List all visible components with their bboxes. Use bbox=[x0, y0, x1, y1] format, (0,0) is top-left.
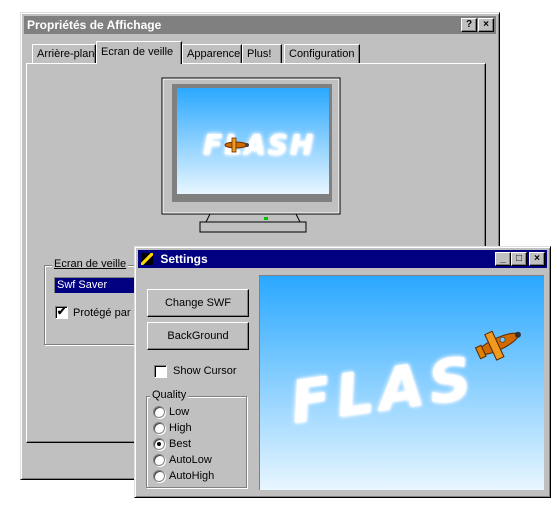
minimize-button[interactable]: _ bbox=[495, 252, 511, 266]
tab-apparence[interactable]: Apparence bbox=[182, 44, 242, 63]
monitor-preview: FLASH bbox=[160, 76, 346, 236]
tab-label: Ecran de veille bbox=[101, 46, 174, 58]
settings-window: Settings _ □ × Change SWF BackGround Sho… bbox=[134, 246, 551, 498]
quality-option-label: AutoLow bbox=[169, 454, 212, 466]
airplane-icon bbox=[224, 137, 249, 153]
quality-option-label: High bbox=[169, 422, 192, 434]
maximize-button[interactable]: □ bbox=[511, 252, 527, 266]
quality-radio-best[interactable] bbox=[153, 438, 165, 450]
settings-title: Settings bbox=[160, 252, 208, 266]
tab-plus[interactable]: Plus! bbox=[242, 44, 282, 63]
display-properties-title: Propriétés de Affichage bbox=[27, 18, 162, 32]
tab-label: Apparence bbox=[187, 48, 241, 60]
preview-flash-text: FLASH bbox=[203, 128, 316, 161]
quality-radio-low[interactable] bbox=[153, 406, 165, 418]
change-swf-label: Change SWF bbox=[164, 297, 232, 309]
monitor-screen: FLASH bbox=[177, 88, 329, 194]
background-button[interactable]: BackGround bbox=[147, 322, 249, 350]
screensaver-group-label: Ecran de veille bbox=[52, 258, 129, 270]
show-cursor-label: Show Cursor bbox=[173, 365, 237, 377]
quality-option-label: Low bbox=[169, 406, 190, 418]
quality-option-label: AutoHigh bbox=[169, 470, 215, 482]
tab-label: Configuration bbox=[289, 48, 355, 60]
display-properties-titlebar[interactable]: Propriétés de Affichage ? × bbox=[24, 16, 496, 34]
quality-radio-autohigh[interactable] bbox=[153, 470, 165, 482]
password-checkbox[interactable]: ✔ bbox=[55, 306, 68, 319]
quality-option-label: Best bbox=[169, 438, 192, 450]
show-cursor-checkbox[interactable] bbox=[154, 365, 167, 378]
tab-configuration[interactable]: Configuration bbox=[284, 44, 360, 63]
settings-titlebar[interactable]: Settings _ □ × bbox=[138, 250, 547, 268]
quality-radio-autolow[interactable] bbox=[153, 454, 165, 466]
help-button[interactable]: ? bbox=[461, 18, 477, 32]
tab-label: Arrière-plan bbox=[37, 48, 95, 60]
quality-label: Quality bbox=[150, 389, 189, 401]
tab-label: Plus! bbox=[247, 48, 272, 60]
flash-preview: FLAS bbox=[259, 275, 544, 490]
close-button[interactable]: × bbox=[478, 18, 494, 32]
screensaver-select-value: Swf Saver bbox=[57, 279, 108, 291]
quality-radio-high[interactable] bbox=[153, 422, 165, 434]
tab-arriere-plan[interactable]: Arrière-plan bbox=[32, 44, 96, 63]
background-label: BackGround bbox=[167, 330, 229, 342]
password-label: Protégé par p bbox=[73, 307, 140, 319]
tab-ecran-de-veille[interactable]: Ecran de veille bbox=[96, 41, 182, 64]
screensaver-select[interactable]: Swf Saver bbox=[54, 277, 144, 293]
change-swf-button[interactable]: Change SWF bbox=[147, 289, 249, 317]
preview-clouds-text: FLAS bbox=[286, 343, 482, 437]
airplane-icon bbox=[474, 330, 521, 361]
flash-app-icon bbox=[141, 253, 153, 265]
settings-close-button[interactable]: × bbox=[529, 252, 545, 266]
